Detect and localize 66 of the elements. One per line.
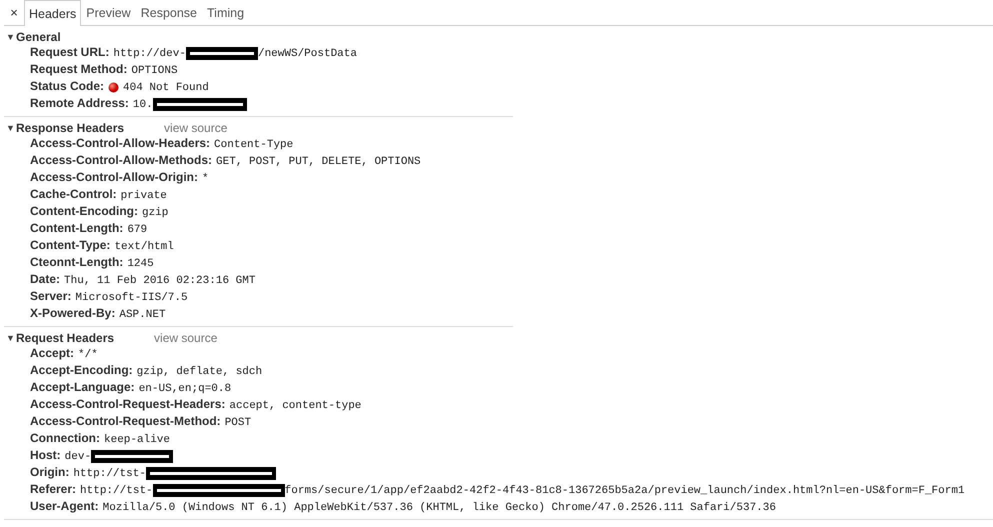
header-value: 404 Not Found [123, 82, 209, 94]
header-name: Date: [30, 272, 60, 286]
header-name: Status Code: [30, 79, 104, 93]
header-name: Cteonnt-Length: [30, 255, 124, 269]
header-value: 1245 [127, 258, 154, 270]
header-value: GET, POST, PUT, DELETE, OPTIONS [216, 156, 421, 168]
header-name: Access-Control-Request-Method: [30, 414, 221, 428]
header-name: Cache-Control: [30, 187, 117, 201]
section-title[interactable]: General [16, 30, 61, 44]
header-name: Access-Control-Allow-Origin: [30, 170, 198, 184]
header-value: keep-alive [104, 434, 170, 446]
tab[interactable]: Response [136, 0, 202, 25]
expand-toggle[interactable]: ▼ [6, 32, 16, 42]
header-value: 679 [127, 224, 148, 236]
section-title[interactable]: Response Headers [16, 120, 124, 134]
header-value: Content-Type [214, 139, 294, 151]
header-name: Host: [30, 448, 61, 462]
tab[interactable]: Timing [202, 0, 250, 25]
header-value: Thu, 11 Feb 2016 02:23:16 GMT [64, 275, 256, 287]
header-name: Accept-Language: [30, 380, 135, 394]
header-name: Origin: [30, 465, 70, 479]
header-value: /newWS/PostData [258, 48, 357, 60]
header-name: Connection: [30, 431, 100, 445]
header-value: 10. [132, 99, 153, 111]
header-value: */* [78, 349, 98, 361]
tab[interactable]: Preview [81, 0, 136, 25]
header-value: accept, content-type [229, 400, 362, 412]
header-value: text/html [114, 241, 174, 253]
header-value: http://tst- [80, 485, 153, 497]
close-button[interactable]: × [4, 0, 24, 25]
header-name: Access-Control-Allow-Headers: [30, 136, 210, 150]
tab[interactable]: Headers [24, 0, 82, 26]
section-title[interactable]: Request Headers [16, 330, 114, 344]
view-source-link[interactable]: view source [154, 330, 218, 344]
expand-toggle[interactable]: ▼ [6, 332, 16, 342]
status-dot-icon [108, 82, 120, 93]
header-name: Remote Address: [30, 96, 129, 110]
header-name: Accept: [30, 346, 74, 360]
header-value: OPTIONS [131, 65, 178, 77]
header-value: Microsoft-IIS/7.5 [75, 292, 188, 304]
header-value: POST [224, 417, 252, 429]
expand-toggle[interactable]: ▼ [6, 122, 16, 132]
header-value: private [120, 190, 167, 202]
header-name: Content-Type: [30, 238, 110, 252]
header-value: * [202, 173, 209, 185]
header-name: Content-Length: [30, 221, 124, 235]
header-name: Referer: [30, 482, 76, 496]
header-value: gzip, deflate, sdch [136, 366, 262, 378]
header-name: Content-Encoding: [30, 204, 138, 218]
header-value: en-US,en;q=0.8 [138, 383, 232, 395]
header-value: dev- [64, 451, 92, 463]
header-value: Mozilla/5.0 (Windows NT 6.1) AppleWebKit/537.36 (KHTML, like Gecko) Chrome/47.0.2526.111 Safari/537.36 [102, 502, 776, 514]
view-source-link[interactable]: view source [164, 120, 228, 134]
header-name: Accept-Encoding: [30, 363, 133, 377]
header-name: Server: [30, 289, 72, 303]
header-name: Access-Control-Allow-Methods: [30, 153, 212, 167]
header-value: http://dev- [113, 48, 186, 60]
header-value: http://tst- [73, 468, 146, 480]
header-value: gzip [142, 207, 168, 219]
header-name: Request Method: [30, 62, 128, 76]
header-name: User-Agent: [30, 499, 99, 513]
header-value: ASP.NET [119, 309, 166, 321]
header-name: Access-Control-Request-Headers: [30, 397, 226, 411]
header-name: Request URL: [30, 45, 110, 59]
header-value: forms/secure/1/app/ef2aabd2-42f2-4f43-81c8-1367265b5a2a/preview_launch/index.html?nl=en-US&form=F_Form1 [284, 485, 965, 497]
header-name: X-Powered-By: [30, 306, 116, 320]
